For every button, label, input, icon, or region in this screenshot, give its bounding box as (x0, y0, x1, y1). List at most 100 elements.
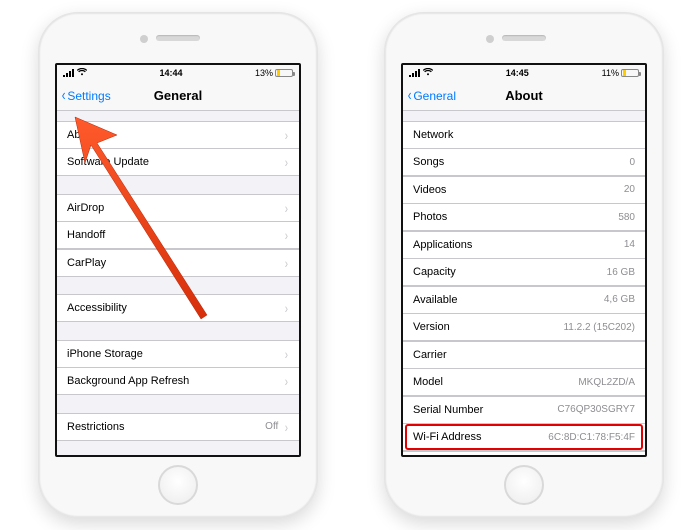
group-gap (57, 395, 299, 413)
row-value: 0 (629, 157, 635, 168)
row-value: Off (265, 421, 278, 432)
group-gap (57, 111, 299, 121)
phone-speaker (156, 35, 200, 41)
status-time: 14:44 (87, 68, 255, 78)
row-value: 14 (624, 239, 635, 250)
battery-fill (623, 70, 626, 76)
status-time: 14:45 (433, 68, 602, 78)
about-row-wi-fi-address[interactable]: Wi-Fi Address 6C:8D:C1:78:F5:4F (403, 423, 645, 451)
about-row-capacity[interactable]: Capacity 16 GB (403, 258, 645, 286)
chevron-right-icon: › (285, 154, 288, 170)
settings-row-software-update[interactable]: Software Update › (57, 148, 299, 176)
about-row-photos[interactable]: Photos580 (403, 203, 645, 231)
settings-row-accessibility[interactable]: Accessibility › (57, 294, 299, 322)
about-row-videos[interactable]: Videos20 (403, 176, 645, 204)
chevron-right-icon: › (285, 419, 288, 435)
signal-icon (409, 69, 420, 77)
chevron-right-icon: › (285, 300, 288, 316)
battery-icon (621, 69, 639, 77)
back-button[interactable]: ‹ General (407, 81, 456, 110)
row-label: Videos (413, 184, 446, 196)
row-value: 16 GB (607, 267, 635, 278)
settings-row-restrictions[interactable]: Restrictions Off › (57, 413, 299, 441)
chevron-right-icon: › (285, 227, 288, 243)
about-row-network[interactable]: Network (403, 121, 645, 149)
row-label: Accessibility (67, 302, 127, 314)
battery-pct: 13% (255, 68, 273, 78)
about-row-bluetooth[interactable]: Bluetooth6C:8D:C1:78:FB:E0 (403, 451, 645, 456)
chevron-right-icon: › (285, 346, 288, 362)
nav-title: About (505, 88, 543, 103)
back-label: General (413, 89, 456, 103)
row-label: Serial Number (413, 404, 483, 416)
about-row-serial-number[interactable]: Serial Number C76QP30SGRY7 (403, 396, 645, 424)
row-label: CarPlay (67, 257, 106, 269)
chevron-left-icon: ‹ (408, 88, 412, 104)
group-gap (57, 322, 299, 340)
chevron-right-icon: › (285, 255, 288, 271)
row-value: MKQL2ZD/A (578, 377, 635, 388)
group-gap (57, 176, 299, 194)
row-label: Restrictions (67, 421, 124, 433)
chevron-left-icon: ‹ (62, 88, 66, 104)
status-bar: 14:45 11% (403, 65, 645, 81)
wifi-icon (77, 68, 87, 78)
phone-camera (486, 35, 494, 43)
battery-icon (275, 69, 293, 77)
battery-pct: 11% (602, 68, 619, 78)
chevron-right-icon: › (285, 373, 288, 389)
home-button[interactable] (504, 465, 544, 505)
chevron-right-icon: › (285, 200, 288, 216)
about-row-carrier[interactable]: Carrier (403, 341, 645, 369)
settings-row-handoff[interactable]: Handoff › (57, 221, 299, 249)
chevron-right-icon: › (285, 127, 288, 143)
row-label: Network (413, 129, 453, 141)
signal-icon (63, 69, 74, 77)
settings-list[interactable]: About›Software Update›AirDrop›Handoff›Ca… (57, 111, 299, 455)
phone-speaker (502, 35, 546, 41)
row-label: Applications (413, 239, 472, 251)
about-row-model[interactable]: ModelMKQL2ZD/A (403, 368, 645, 396)
row-value: 11.2.2 (15C202) (563, 322, 635, 333)
home-button[interactable] (158, 465, 198, 505)
phone-mockup-left: 14:44 13% ‹ Settings General About›Softw… (38, 12, 318, 518)
group-gap (57, 277, 299, 295)
row-label: Handoff (67, 229, 105, 241)
row-value: C76QP30SGRY7 (557, 404, 635, 415)
row-label: Capacity (413, 266, 456, 278)
row-label: Photos (413, 211, 447, 223)
row-label: Wi-Fi Address (413, 431, 481, 443)
about-list[interactable]: NetworkSongs0Videos20Photos580Applicatio… (403, 111, 645, 455)
phone-camera (140, 35, 148, 43)
about-row-songs[interactable]: Songs 0 (403, 148, 645, 176)
back-label: Settings (67, 89, 110, 103)
screen-right: 14:45 11% ‹ General About Network Songs 0 V… (401, 63, 647, 457)
settings-row-background-app-refresh[interactable]: Background App Refresh › (57, 367, 299, 395)
about-row-applications[interactable]: Applications 14 (403, 231, 645, 259)
row-label: About (67, 129, 96, 141)
row-label: iPhone Storage (67, 348, 143, 360)
wifi-icon (423, 68, 433, 78)
nav-bar: ‹ Settings General (57, 81, 299, 111)
nav-bar: ‹ General About (403, 81, 645, 111)
row-label: Background App Refresh (67, 375, 189, 387)
settings-row-carplay[interactable]: CarPlay › (57, 249, 299, 277)
row-value: 4,6 GB (604, 294, 635, 305)
row-label: AirDrop (67, 202, 104, 214)
row-label: Software Update (67, 156, 149, 168)
battery-fill (277, 70, 280, 76)
phone-mockup-right: 14:45 11% ‹ General About Network Songs 0 V… (384, 12, 664, 518)
back-button[interactable]: ‹ Settings (61, 81, 111, 110)
about-row-available[interactable]: Available4,6 GB (403, 286, 645, 314)
settings-row-iphone-storage[interactable]: iPhone Storage › (57, 340, 299, 368)
nav-title: General (154, 88, 202, 103)
row-label: Version (413, 321, 450, 333)
about-row-version[interactable]: Version 11.2.2 (15C202) (403, 313, 645, 341)
status-bar: 14:44 13% (57, 65, 299, 81)
row-value: 6C:8D:C1:78:F5:4F (548, 432, 635, 443)
screen-left: 14:44 13% ‹ Settings General About›Softw… (55, 63, 301, 457)
row-label: Songs (413, 156, 444, 168)
row-label: Carrier (413, 349, 447, 361)
settings-row-about[interactable]: About › (57, 121, 299, 149)
settings-row-airdrop[interactable]: AirDrop › (57, 194, 299, 222)
